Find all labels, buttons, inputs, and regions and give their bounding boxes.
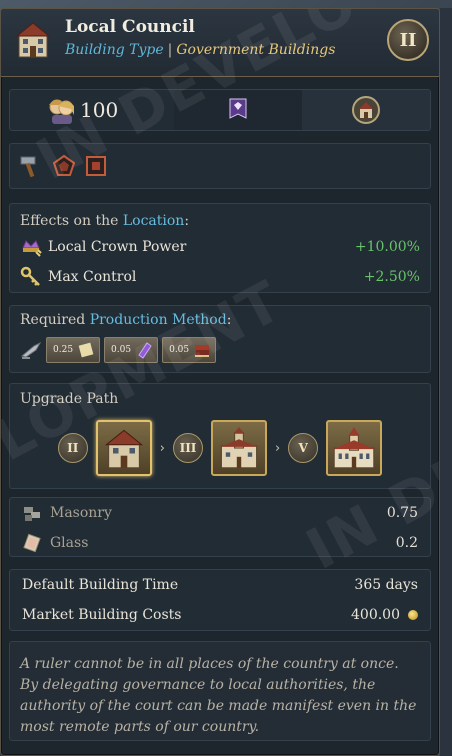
market-cost-value: 400.00 [351,607,400,623]
material-row[interactable]: Glass 0.2 [10,528,430,558]
input-chip[interactable]: 0.05 [104,337,159,363]
banner-cell[interactable] [174,90,302,130]
population-cell[interactable]: 100 [10,90,174,130]
crystal-icon [138,342,152,359]
upgrade-title: Upgrade Path [20,391,119,407]
square-icon[interactable] [84,154,108,178]
building-type: Building Type | Government Buildings [65,39,387,61]
production-title-colon: : [226,312,232,328]
gold-coin-icon [408,610,418,620]
effect-row[interactable]: Local Crown Power +10.00% [20,232,420,262]
chevron-right-icon: › [159,440,165,456]
tier-badge: III [173,433,203,463]
market-cost-row: Market Building Costs 400.00 [10,600,430,630]
building-tooltip-panel: Local Council Building Type | Government B… [0,8,440,756]
effects-title: Effects on the Location: [20,210,420,232]
effect-row[interactable]: Max Control +2.50% [20,262,420,292]
effect-name: Local Crown Power [48,239,187,255]
upgrade-path: II › III › V [20,420,420,476]
building-time-value: 365 days [354,577,418,593]
house-icon [104,429,143,469]
population-value: 100 [80,98,119,122]
building-time-row: Default Building Time 365 days [10,570,430,600]
townhall-icon [220,427,258,469]
production-inputs: 0.25 0.05 0.05 [20,337,420,363]
crown-power-icon [22,240,42,257]
input-amount: 0.05 [111,345,132,355]
stats-row: 100 [9,89,431,131]
market-cost-label: Market Building Costs [22,607,182,623]
tooltip-header: Local Council Building Type | Government B… [1,9,439,77]
material-value: 0.75 [386,505,418,521]
scrollbar[interactable] [440,8,452,756]
input-chip[interactable]: 0.05 [162,337,217,363]
upgrade-building-current[interactable] [95,420,152,476]
effect-value: +10.00% [354,239,420,255]
upgrade-building-next[interactable] [211,420,267,476]
building-time-label: Default Building Time [22,577,179,593]
effects-section: Effects on the Location: Local Crown Pow… [9,203,431,293]
cityhall-icon [333,427,376,469]
effects-title-prefix: Effects on the [20,213,119,229]
key-icon [20,266,40,286]
materials-section: Masonry 0.75 Glass 0.2 [9,497,431,557]
input-amount: 0.05 [169,345,190,355]
material-name: Glass [50,535,89,551]
production-title-method[interactable]: Production Method [90,312,227,328]
masonry-icon [24,507,40,521]
material-value: 0.2 [395,535,418,551]
production-title-prefix: Required [20,312,86,328]
tools-row [9,143,431,189]
material-name: Masonry [50,505,112,521]
building-icon-cell[interactable] [302,90,430,130]
house-icon [15,22,51,58]
effect-value: +2.50% [363,269,420,285]
upgrade-building-final[interactable] [326,420,383,476]
input-chip[interactable]: 0.25 [46,337,101,363]
glass-icon [23,533,41,553]
building-type-value[interactable]: Government Buildings [176,42,335,58]
material-row[interactable]: Masonry 0.75 [10,498,430,528]
production-title: Required Production Method: [20,309,420,331]
costs-section: Default Building Time 365 days Market Bu… [9,569,431,631]
tier-badge: V [288,433,319,463]
upgrade-path-section: Upgrade Path II › III › V [9,383,431,489]
effects-title-location[interactable]: Location [123,213,184,229]
pentagon-icon[interactable] [52,154,76,178]
effects-title-colon: : [184,213,190,229]
banner-icon [229,98,247,119]
production-method-section: Required Production Method: 0.25 0.05 0.… [9,305,431,373]
subtitle-separator: | [167,42,173,58]
building-type-label[interactable]: Building Type [65,42,164,58]
building-round-icon [352,96,380,124]
paper-icon [78,342,94,358]
building-name: Local Council [65,17,195,37]
tier-badge: II [57,433,88,463]
quill-icon[interactable] [20,340,42,360]
population-icon [49,99,74,124]
tier-badge: II [387,19,429,61]
hammer-icon[interactable] [18,153,44,179]
chevron-right-icon: › [275,440,281,456]
books-icon [195,345,210,357]
effect-name: Max Control [48,269,137,285]
input-amount: 0.25 [53,345,74,355]
flavor-text: A ruler cannot be in all places of the c… [9,641,431,741]
